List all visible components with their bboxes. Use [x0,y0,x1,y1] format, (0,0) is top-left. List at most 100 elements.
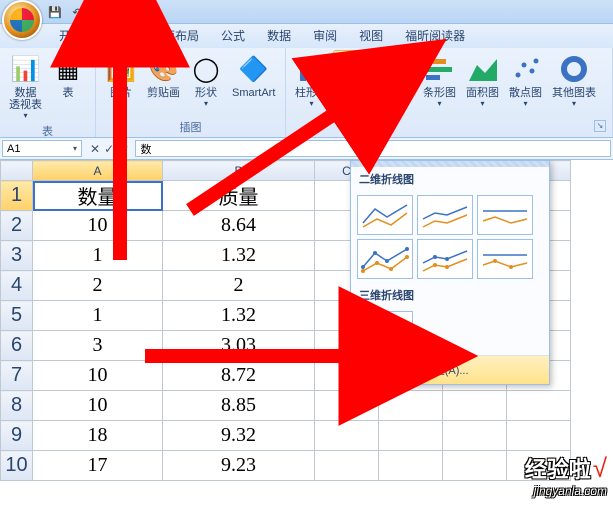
table-button[interactable]: ▦ 表 [47,50,89,102]
pivot-table-icon: 📊 [10,53,42,85]
cell[interactable]: 18 [33,421,163,451]
undo-icon[interactable]: ↶ [68,3,86,21]
pivot-table-button[interactable]: 📊 数据 透视表 ▾ [4,50,47,123]
cell[interactable]: 8.64 [163,211,315,241]
bar-chart-label: 条形图 [423,87,456,99]
picture-button[interactable]: 🖼️图片 [100,50,142,102]
line-chart-gallery: 二维折线图 三维折线图 📈 所有图表类型(A)... [350,160,550,385]
save-icon[interactable]: 💾 [46,3,64,21]
cell[interactable]: 9.23 [163,451,315,481]
line-basic-thumb[interactable] [357,195,413,235]
enter-icon[interactable]: ✓ [104,142,114,156]
line-stacked-thumb[interactable] [417,195,473,235]
col-header-b[interactable]: B [163,161,315,181]
cell[interactable] [443,451,507,481]
formula-input[interactable]: 数 [135,140,611,157]
redo-icon[interactable]: ↷ [90,3,108,21]
table-label: 表 [63,87,74,99]
column-chart-button[interactable]: 柱形图▾ [290,50,333,111]
cell[interactable]: 3 [33,331,163,361]
row-header[interactable]: 7 [1,361,33,391]
col-header-a[interactable]: A [33,161,163,181]
cell[interactable]: 1.32 [163,241,315,271]
cell[interactable]: 1 [33,301,163,331]
cell[interactable]: 2 [163,271,315,301]
row-header[interactable]: 2 [1,211,33,241]
table-icon: ▦ [52,53,84,85]
tab-view[interactable]: 视图 [348,22,394,48]
line-100stacked-thumb[interactable] [477,195,533,235]
row-header[interactable]: 9 [1,421,33,451]
cell[interactable] [315,421,379,451]
pie-chart-button[interactable]: 饼图▾ [376,50,418,111]
tab-home[interactable]: 开始 [48,22,94,48]
charts-dialog-launcher[interactable]: ↘ [594,120,606,132]
qat-dropdown-icon[interactable]: ▾ [112,3,130,21]
cell[interactable]: 8.85 [163,391,315,421]
scatter-chart-button[interactable]: 散点图▾ [504,50,547,111]
picture-icon: 🖼️ [105,53,137,85]
section-2d-line: 二维折线图 [351,167,549,191]
row-header[interactable]: 5 [1,301,33,331]
cell[interactable] [379,421,443,451]
smartart-label: SmartArt [232,87,275,99]
all-chart-types-label: 所有图表类型(A)... [379,362,469,378]
cell[interactable] [379,391,443,421]
watermark-url: jingyanla.com [525,484,607,498]
cell[interactable]: 17 [33,451,163,481]
cell[interactable]: 1 [33,241,163,271]
cell[interactable] [507,421,571,451]
row-header[interactable]: 6 [1,331,33,361]
cell[interactable] [443,421,507,451]
cell[interactable]: 10 [33,211,163,241]
tab-page-layout[interactable]: 页面布局 [140,22,210,48]
shapes-button[interactable]: ◯形状▾ [185,50,227,111]
tab-insert[interactable]: 插入 [94,22,140,48]
row-header[interactable]: 1 [1,181,33,211]
chevron-down-icon: ▾ [523,99,527,108]
line-chart-button[interactable]: 折线图▾ [333,50,376,111]
cell[interactable]: 10 [33,391,163,421]
cell-b1[interactable]: 质量 [163,181,315,211]
column-chart-label: 柱形图 [295,87,328,99]
line-chart-label: 折线图 [338,87,371,99]
cell[interactable]: 9.32 [163,421,315,451]
cell[interactable] [443,391,507,421]
cell-a1[interactable]: 数量 [33,181,163,211]
row-header[interactable]: 3 [1,241,33,271]
select-all-corner[interactable] [1,161,33,181]
cell[interactable] [379,451,443,481]
other-chart-button[interactable]: 其他图表▾ [547,50,601,111]
row-header[interactable]: 4 [1,271,33,301]
chevron-down-icon: ▾ [352,99,356,108]
tab-review[interactable]: 审阅 [302,22,348,48]
cell[interactable]: 3.03 [163,331,315,361]
smartart-button[interactable]: 🔷SmartArt [227,50,280,102]
cell[interactable]: 10 [33,361,163,391]
cell[interactable] [507,391,571,421]
office-button[interactable] [2,0,42,40]
fx-icon[interactable]: fx [118,142,127,156]
cancel-icon[interactable]: ✕ [90,142,100,156]
line-3d-thumb[interactable] [357,311,413,351]
all-chart-types-button[interactable]: 📈 所有图表类型(A)... [351,355,549,384]
bar-chart-button[interactable]: 条形图▾ [418,50,461,111]
line-markers-thumb[interactable] [357,239,413,279]
line-stacked-markers-thumb[interactable] [417,239,473,279]
row-header[interactable]: 8 [1,391,33,421]
group-illustrations-title: 插图 [100,119,281,135]
cell[interactable]: 1.32 [163,301,315,331]
cell[interactable] [315,451,379,481]
tab-data[interactable]: 数据 [256,22,302,48]
tab-foxit[interactable]: 福昕阅读器 [394,22,476,48]
cell[interactable]: 2 [33,271,163,301]
line-100stacked-markers-thumb[interactable] [477,239,533,279]
area-chart-button[interactable]: 面积图▾ [461,50,504,111]
name-box[interactable]: A1▾ [2,140,82,157]
tab-formulas[interactable]: 公式 [210,22,256,48]
cell[interactable] [315,391,379,421]
row-header[interactable]: 10 [1,451,33,481]
shapes-label: 形状 [195,87,217,99]
cell[interactable]: 8.72 [163,361,315,391]
clipart-button[interactable]: 🎨剪贴画 [142,50,185,102]
